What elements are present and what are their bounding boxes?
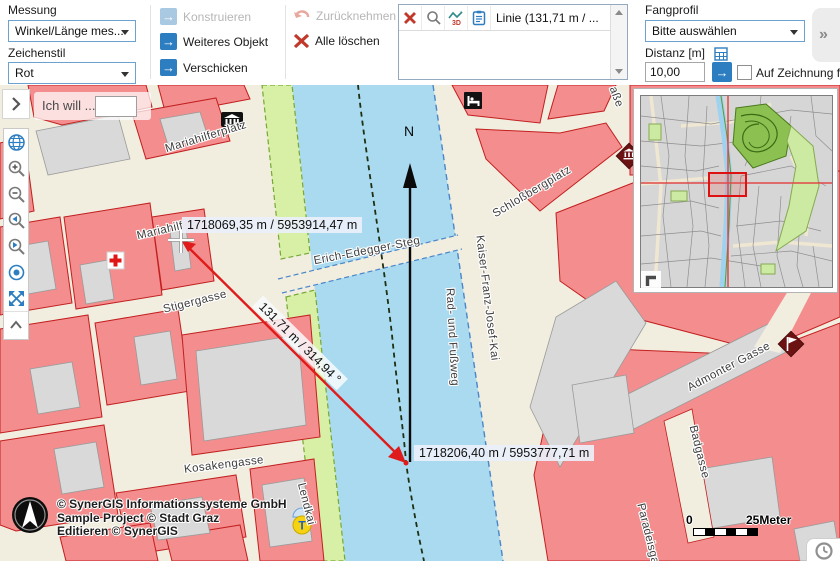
fangprofil-label: Fangprofil: [645, 3, 698, 17]
chevron-down-icon: [121, 72, 129, 77]
start-coordinate-tooltip: 1718069,35 m / 5953914,47 m: [182, 217, 362, 233]
list-scrollbar[interactable]: [610, 5, 627, 79]
arrow-right-icon: →: [160, 33, 177, 50]
expand-arrows-icon: [7, 289, 26, 308]
zoom-out-button[interactable]: [4, 181, 28, 207]
map-nav-toolbar: [3, 128, 29, 340]
zoom-in-button[interactable]: [4, 155, 28, 181]
scalebar-zero: 0: [686, 513, 693, 527]
globe-icon: [7, 133, 26, 152]
full-extent-button[interactable]: [4, 129, 28, 155]
red-cross-icon: [107, 252, 124, 269]
result-row[interactable]: 3D Linie (131,71 m / ...: [399, 5, 610, 31]
apply-distance-button[interactable]: →: [712, 62, 732, 82]
zeichenstil-select[interactable]: Rot: [8, 62, 136, 84]
scalebar-label: 25Meter: [746, 513, 791, 527]
toolbar-expand-button[interactable]: »: [812, 8, 840, 62]
arrow-right-icon: →: [160, 8, 177, 25]
zoom-previous-icon: [7, 211, 26, 230]
corner-arrow-icon: [643, 273, 659, 289]
snap-checkbox[interactable]: [737, 65, 752, 80]
sidebar-expand-button[interactable]: [2, 89, 30, 119]
search-input[interactable]: [95, 96, 137, 117]
clock-icon: [814, 541, 834, 561]
fullscreen-button[interactable]: [4, 285, 28, 311]
ich-will-search: Ich will ...: [34, 92, 151, 120]
copyright-block: © SynerGIS Informationssysteme GmbH Samp…: [57, 498, 287, 539]
separator: [150, 5, 151, 79]
previous-extent-button[interactable]: [4, 207, 28, 233]
measure-results-list[interactable]: 3D Linie (131,71 m / ...: [398, 4, 628, 80]
chevron-down-icon: [790, 30, 798, 35]
svg-text:3D: 3D: [452, 20, 461, 26]
measure-endpoint-dot: [404, 461, 409, 466]
konstruieren-button[interactable]: → Konstruieren: [160, 8, 251, 25]
verschicken-button[interactable]: → Verschicken: [160, 59, 248, 76]
delete-x-icon[interactable]: [399, 6, 422, 30]
arrow-right-icon: →: [160, 59, 177, 76]
separator: [285, 5, 286, 79]
history-panel-button[interactable]: [806, 538, 840, 561]
report-icon[interactable]: [468, 6, 491, 30]
chevron-up-icon: [9, 320, 23, 330]
center-tool-button[interactable]: [4, 259, 28, 285]
end-coordinate-tooltip: 1718206,40 m / 5953777,71 m: [414, 445, 594, 461]
zoom-to-icon[interactable]: [422, 6, 445, 30]
overview-map-panel[interactable]: [633, 88, 838, 293]
scroll-up-icon[interactable]: [615, 10, 623, 15]
messung-select[interactable]: Winkel/Länge mes...: [8, 20, 136, 42]
zuruecknehmen-button[interactable]: Zurücknehmen: [293, 8, 396, 24]
zoom-next-icon: [7, 237, 26, 256]
undo-icon: [293, 8, 311, 24]
zoom-out-icon: [7, 185, 26, 204]
measure-toolbar: Messung Winkel/Länge mes... Zeichenstil …: [0, 0, 840, 86]
overview-resize-handle[interactable]: [641, 271, 661, 291]
north-label: N: [404, 123, 414, 139]
result-row-label: Linie (131,71 m / ...: [491, 11, 599, 25]
compass-icon: [12, 497, 48, 533]
delete-x-icon: [293, 33, 310, 49]
scalebar: [693, 528, 758, 536]
map-canvas[interactable]: T Mariahilferplatz Mariahilf Stigergasse…: [0, 85, 840, 561]
search-prompt: Ich will ...: [42, 98, 95, 113]
fangprofil-select[interactable]: Bitte auswählen: [645, 20, 805, 42]
overview-extent-rect[interactable]: [709, 173, 746, 196]
messung-label: Messung: [8, 3, 57, 17]
zeichenstil-label: Zeichenstil: [8, 46, 65, 60]
zoom-in-icon: [7, 159, 26, 178]
chevron-down-icon: [121, 30, 129, 35]
scroll-down-icon[interactable]: [615, 69, 623, 74]
collapse-nav-button[interactable]: [4, 311, 28, 338]
chevron-right-icon: [10, 96, 22, 112]
hotel-bed-icon: [464, 92, 482, 109]
weiteres-objekt-button[interactable]: → Weiteres Objekt: [160, 33, 268, 50]
snap-checkbox-label: Auf Zeichnung fang: [756, 66, 840, 80]
distanz-label: Distanz [m]: [645, 46, 705, 60]
distanz-input[interactable]: 10,00: [645, 62, 705, 82]
overview-map[interactable]: [640, 95, 833, 288]
center-dot-icon: [7, 263, 26, 282]
alle-loeschen-button[interactable]: Alle löschen: [293, 33, 380, 49]
grid-icon: [714, 47, 728, 61]
next-extent-button[interactable]: [4, 233, 28, 259]
profile-3d-icon[interactable]: 3D: [445, 6, 468, 30]
